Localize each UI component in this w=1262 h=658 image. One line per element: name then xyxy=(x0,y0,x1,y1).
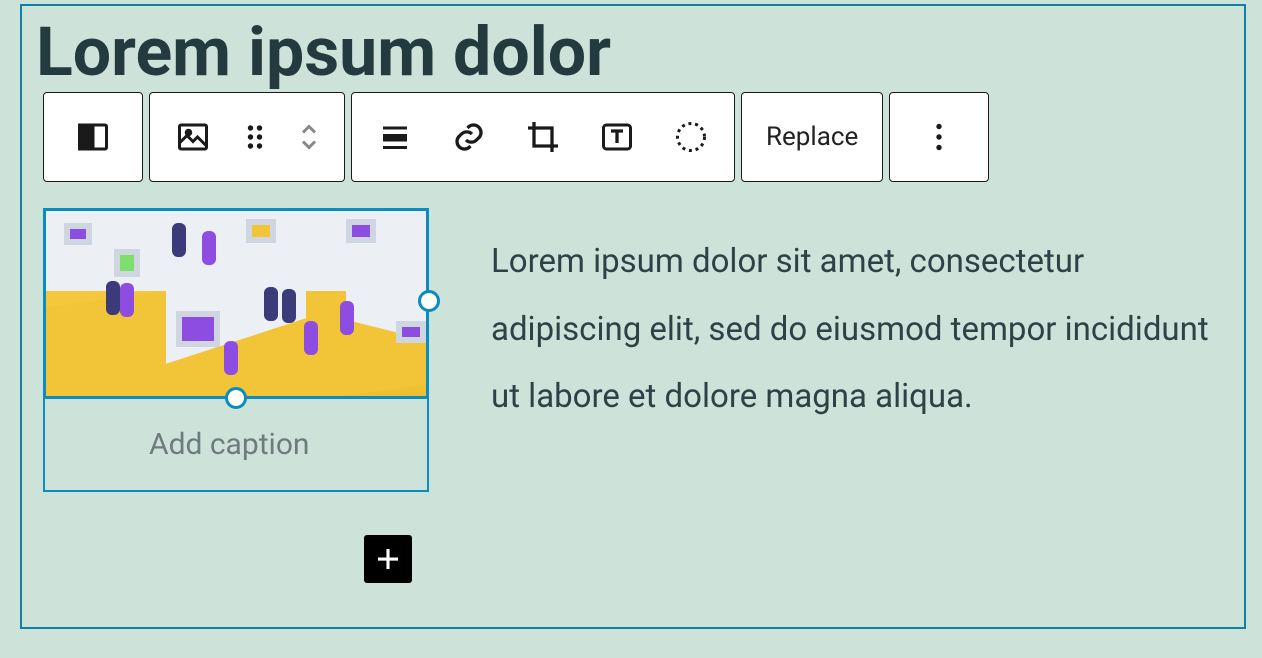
crop-icon[interactable] xyxy=(510,92,576,182)
drag-handle-icon[interactable] xyxy=(230,92,280,182)
replace-group: Replace xyxy=(741,92,883,182)
more-options-icon[interactable] xyxy=(906,92,972,182)
page-title[interactable]: Lorem ipsum dolor xyxy=(36,18,1226,86)
image-block-icon[interactable] xyxy=(160,92,226,182)
media-text-block[interactable]: Add caption Lorem ipsum dolor sit amet, … xyxy=(43,208,1233,492)
block-toolbar: Replace xyxy=(43,92,989,182)
transform-group xyxy=(149,92,345,182)
replace-button[interactable]: Replace xyxy=(752,92,872,182)
plus-icon xyxy=(373,544,403,574)
text-overlay-icon[interactable] xyxy=(584,92,650,182)
more-group xyxy=(889,92,989,182)
resize-handle-right[interactable] xyxy=(418,290,440,312)
image-illustration xyxy=(46,211,426,396)
duotone-filter-icon[interactable] xyxy=(658,92,724,182)
selected-image[interactable] xyxy=(43,208,429,399)
media-text-block-icon[interactable] xyxy=(60,92,126,182)
image-column[interactable]: Add caption xyxy=(43,208,429,492)
tools-group xyxy=(351,92,735,182)
editor-canvas[interactable]: Lorem ipsum dolor xyxy=(20,4,1246,629)
move-up-down-icon[interactable] xyxy=(284,92,334,182)
resize-handle-bottom[interactable] xyxy=(225,387,247,409)
caption-input[interactable]: Add caption xyxy=(43,399,429,492)
link-icon[interactable] xyxy=(436,92,502,182)
text-column[interactable]: Lorem ipsum dolor sit amet, consectetur … xyxy=(491,208,1233,431)
parent-block-selector-group xyxy=(43,92,143,182)
add-block-button[interactable] xyxy=(364,535,412,583)
align-icon[interactable] xyxy=(362,92,428,182)
